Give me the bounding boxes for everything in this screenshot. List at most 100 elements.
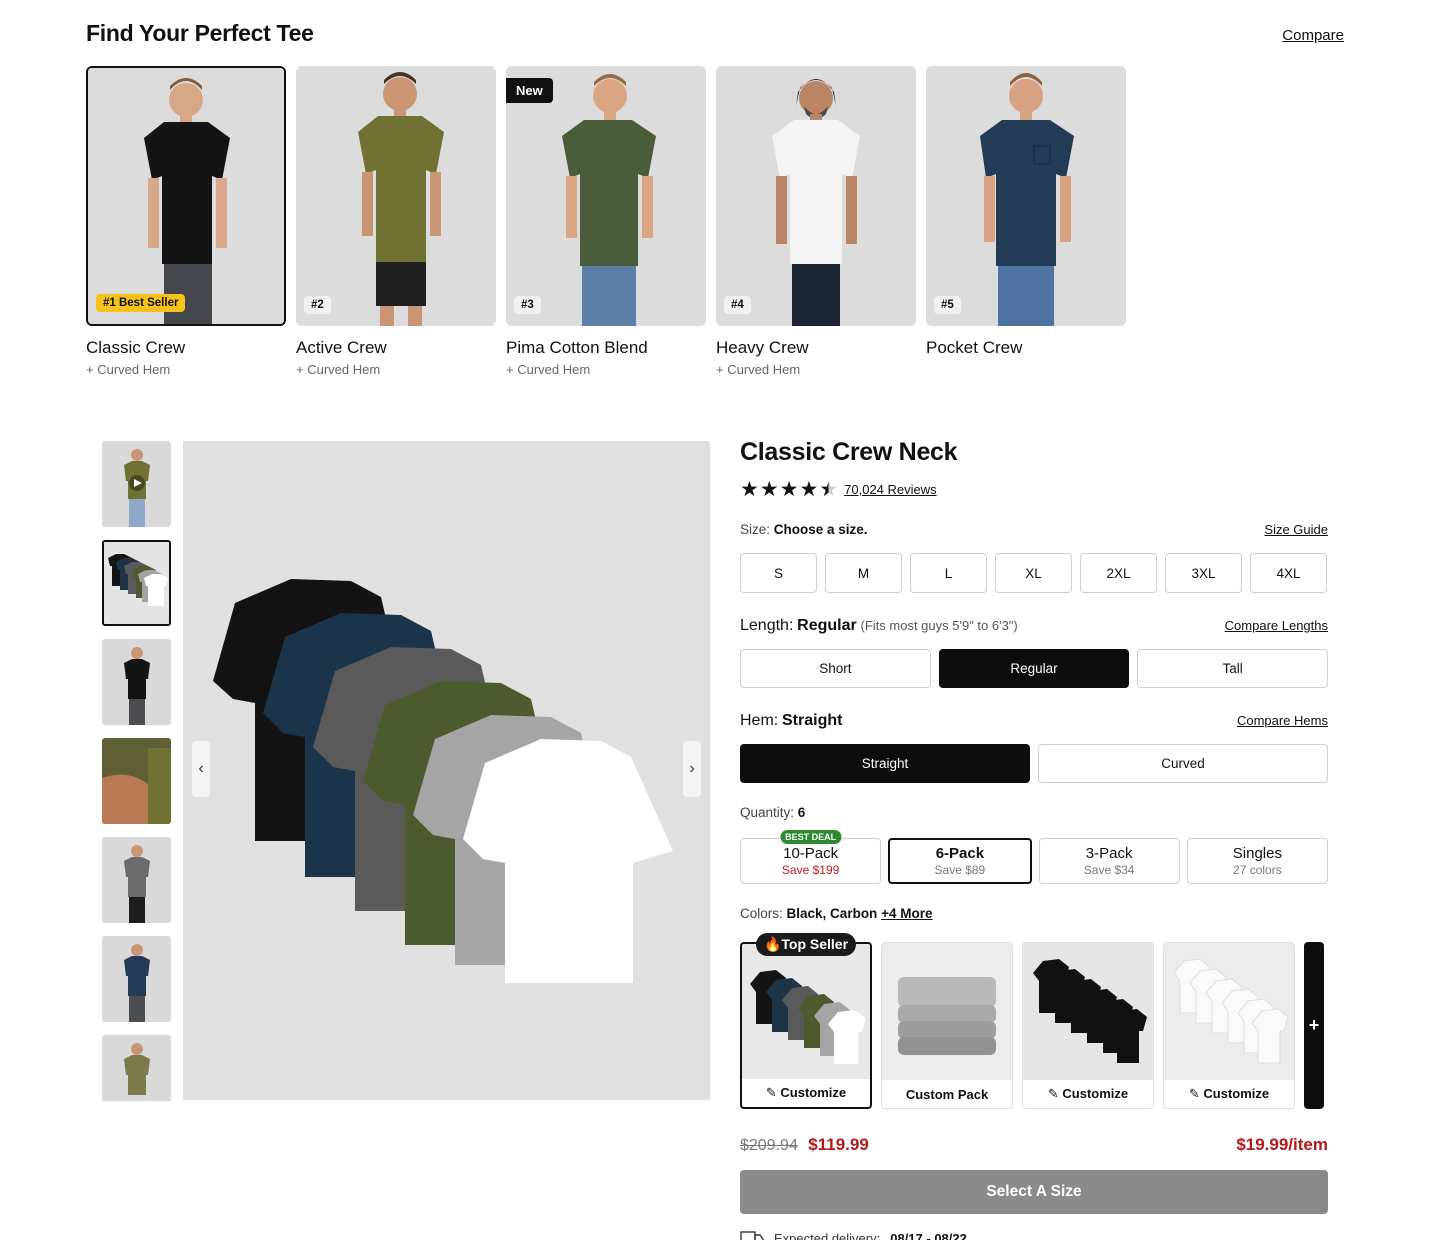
size-option-2xl[interactable]: 2XL <box>1080 553 1157 593</box>
hem-options: Straight Curved <box>740 744 1328 783</box>
tee-card-pima-cotton-blend[interactable]: New #3 Pima Cotton Blend + Curved Hem <box>506 66 706 377</box>
compare-lengths-link[interactable]: Compare Lengths <box>1225 618 1328 633</box>
color-pack-custom[interactable]: Custom Pack <box>881 942 1013 1109</box>
size-option-m[interactable]: M <box>825 553 902 593</box>
length-option-short[interactable]: Short <box>740 649 931 688</box>
tee-subtitle: + Curved Hem <box>716 362 801 377</box>
size-option-xl[interactable]: XL <box>995 553 1072 593</box>
tee-card-classic-crew[interactable]: #1 Best Seller Classic Crew + Curved Hem <box>86 66 286 377</box>
compare-link[interactable]: Compare <box>1282 27 1344 44</box>
chevron-left-icon: ‹ <box>198 760 204 777</box>
compare-hems-link[interactable]: Compare Hems <box>1237 713 1328 728</box>
pack-options: BEST DEAL 10-Pack Save $199 6-Pack Save … <box>740 830 1328 884</box>
model-photo <box>296 66 496 326</box>
price-group: $209.94 $119.99 <box>740 1135 869 1155</box>
select-size-button[interactable]: Select A Size <box>740 1170 1328 1214</box>
thumbnail-image <box>102 441 171 527</box>
hem-label-row: Hem: Straight Compare Hems <box>740 712 1328 730</box>
thumbnail-navy-front[interactable] <box>102 936 171 1022</box>
pack-name: 3-Pack <box>1085 845 1133 862</box>
tee-image: New #3 <box>506 66 706 326</box>
hem-option-curved[interactable]: Curved <box>1038 744 1328 783</box>
size-guide-link[interactable]: Size Guide <box>1264 522 1328 537</box>
thumbnail-video[interactable] <box>102 441 171 527</box>
pack-option-10[interactable]: BEST DEAL 10-Pack Save $199 <box>740 830 882 884</box>
thumbnail-black-front[interactable] <box>102 639 171 725</box>
thumbnail-grey-front[interactable] <box>102 837 171 923</box>
length-option-regular[interactable]: Regular <box>938 649 1130 688</box>
top-seller-badge: 🔥Top Seller <box>755 933 857 956</box>
delivery-label: Expected delivery: <box>774 1230 881 1240</box>
thumbnail-image <box>102 837 171 923</box>
reviews-link[interactable]: 70,024 Reviews <box>844 482 937 497</box>
more-colors-link[interactable]: +4 More <box>881 906 932 921</box>
tee-name: Active Crew <box>296 338 387 357</box>
delivery-dates: 08/17 - 08/22 <box>890 1230 967 1240</box>
product-title: Classic Crew Neck <box>740 438 958 466</box>
swatch-image <box>742 944 870 1079</box>
size-option-l[interactable]: L <box>910 553 987 593</box>
tee-card-active-crew[interactable]: #2 Active Crew + Curved Hem <box>296 66 496 377</box>
length-option-tall[interactable]: Tall <box>1137 649 1329 688</box>
rank-badge: #4 <box>724 296 751 314</box>
length-label: Length: Regular (Fits most guys 5'9" to … <box>740 617 1018 634</box>
color-pack-white[interactable]: ✎ Customize <box>1163 942 1295 1109</box>
more-color-packs-button[interactable]: + <box>1304 942 1324 1109</box>
price-row: $209.94 $119.99 $19.99/item <box>740 1135 1328 1155</box>
thumbnail-pack[interactable] <box>102 540 171 626</box>
black-pack-image <box>1023 943 1153 1080</box>
color-pack-top-seller[interactable]: 🔥Top Seller ✎ Customize <box>740 933 872 1109</box>
pack-option-3[interactable]: 3-Pack Save $34 <box>1038 838 1180 884</box>
gallery-prev-button[interactable]: ‹ <box>192 741 210 797</box>
delivery-row: Expected delivery: 08/17 - 08/22 <box>740 1230 1328 1240</box>
thumbnail-image <box>102 936 171 1022</box>
quantity-label-row: Quantity: 6 <box>740 805 1328 820</box>
pack-name: 6-Pack <box>935 845 985 862</box>
quantity-label: Quantity: 6 <box>740 805 806 820</box>
star-rating: ★ ★ ★ ★ ★ <box>740 479 838 500</box>
length-options: Short Regular Tall <box>740 649 1329 688</box>
plus-icon: + <box>1308 1015 1320 1035</box>
size-option-s[interactable]: S <box>740 553 817 593</box>
hem-value: Straight <box>782 712 843 729</box>
size-label-row: Size: Choose a size. Size Guide <box>740 522 1328 537</box>
tee-card-heavy-crew[interactable]: #4 Heavy Crew + Curved Hem <box>716 66 916 377</box>
color-pack-black[interactable]: ✎ Customize <box>1022 942 1154 1109</box>
tee-name: Pima Cotton Blend <box>506 338 648 357</box>
section-title: Find Your Perfect Tee <box>86 20 314 46</box>
model-photo <box>716 66 916 326</box>
colors-value: Black, Carbon <box>786 906 878 921</box>
colors-label-row: Colors: Black, Carbon +4 More <box>740 906 1328 921</box>
model-photo <box>926 66 1126 326</box>
hem-option-straight[interactable]: Straight <box>740 744 1030 783</box>
pack-savings: Save $89 <box>934 863 986 877</box>
pack-savings: Save $199 <box>781 863 840 877</box>
thumbnail-olive-front[interactable] <box>102 1035 171 1101</box>
swatch-image <box>1164 943 1294 1080</box>
size-options: S M L XL 2XL 3XL 4XL <box>740 553 1328 593</box>
gallery-next-button[interactable]: › <box>683 741 701 797</box>
thumbnail-sleeve-detail[interactable] <box>102 738 171 824</box>
length-note: (Fits most guys 5'9" to 6'3") <box>860 618 1018 633</box>
hem-label: Hem: Straight <box>740 712 843 729</box>
customize-label: ✎ Customize <box>1164 1080 1294 1108</box>
thumbnail-image <box>104 542 169 624</box>
pack-option-6[interactable]: 6-Pack Save $89 <box>888 838 1032 884</box>
gallery-thumbnails <box>102 441 172 1101</box>
tee-name: Heavy Crew <box>716 338 809 357</box>
per-item-price: $19.99/item <box>1236 1135 1328 1154</box>
rank-badge: #3 <box>514 296 541 314</box>
six-pack-stack-image <box>183 441 710 1100</box>
tee-image: #2 <box>296 66 496 326</box>
tee-subtitle: + Curved Hem <box>86 362 171 377</box>
new-badge: New <box>506 78 553 103</box>
size-option-4xl[interactable]: 4XL <box>1250 553 1327 593</box>
rank-badge: #1 Best Seller <box>96 294 186 312</box>
model-photo <box>506 66 706 326</box>
pack-option-singles[interactable]: Singles 27 colors <box>1186 838 1328 884</box>
swatch-image <box>1023 943 1153 1080</box>
size-option-3xl[interactable]: 3XL <box>1165 553 1242 593</box>
tee-card-pocket-crew[interactable]: #5 Pocket Crew <box>926 66 1126 377</box>
customize-label: ✎ Customize <box>742 1079 870 1107</box>
tee-image: #1 Best Seller <box>86 66 286 326</box>
